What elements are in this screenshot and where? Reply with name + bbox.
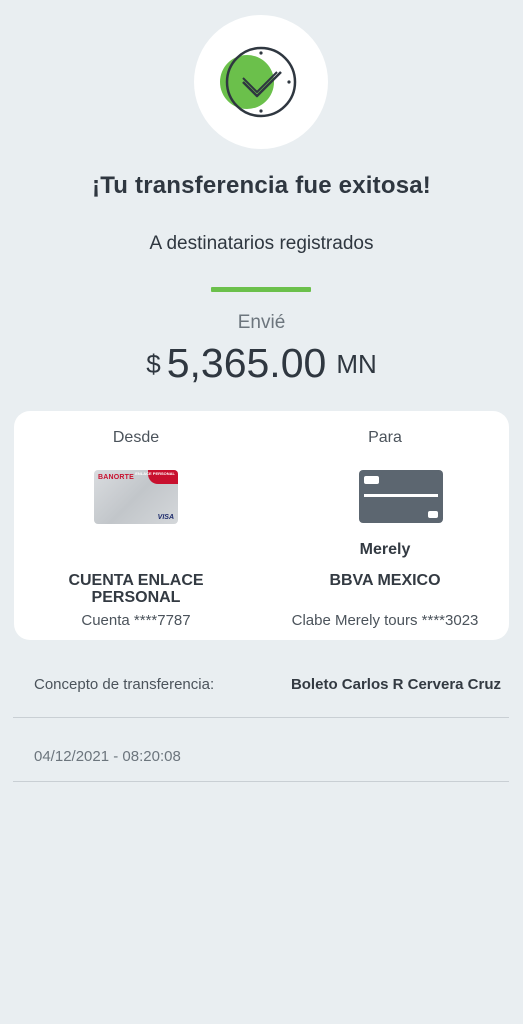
- destination-column: Para Merely BBVA MEXICO Clabe Merely tou…: [261, 411, 509, 640]
- success-badge: [194, 15, 328, 149]
- accent-divider: [211, 287, 311, 292]
- currency-symbol: $: [146, 349, 161, 379]
- amount-display: $5,365.00 MN: [0, 340, 523, 387]
- success-title: ¡Tu transferencia fue exitosa!: [92, 172, 431, 199]
- origin-account-number: Cuenta ****7787: [81, 612, 191, 629]
- card-brand-logo: BANORTE: [98, 474, 135, 481]
- concept-value: Boleto Carlos R Cervera Cruz: [290, 676, 501, 693]
- recipient-clabe: Clabe Merely tours ****3023: [291, 612, 479, 629]
- card-ribbon-text: ENLACE PERSONAL: [135, 471, 175, 476]
- currency-unit: MN: [336, 349, 377, 379]
- card-stripe: [364, 494, 438, 497]
- origin-column: Desde BANORTE ENLACE PERSONAL VISA CUENT…: [14, 411, 258, 640]
- sent-label: Envié: [237, 312, 286, 333]
- concept-row: Concepto de transferencia: Boleto Carlos…: [13, 664, 509, 718]
- amount-value: 5,365.00: [166, 340, 327, 386]
- origin-account-name: CUENTA ENLACE PERSONAL: [68, 572, 204, 606]
- transfer-type-subtitle: A destinatarios registrados: [149, 233, 374, 254]
- card-chip: [364, 476, 379, 484]
- card-corner-mark: [428, 511, 438, 518]
- destination-header: Para: [368, 429, 402, 446]
- card-network-logo: VISA: [157, 514, 174, 521]
- datetime-row: 04/12/2021 - 08:20:08: [13, 718, 509, 782]
- recipient-name: Merely: [359, 541, 411, 558]
- concept-label: Concepto de transferencia:: [34, 676, 215, 693]
- origin-header: Desde: [112, 429, 160, 446]
- transfer-summary-card: Desde BANORTE ENLACE PERSONAL VISA CUENT…: [14, 411, 509, 640]
- origin-bank-card-image: BANORTE ENLACE PERSONAL VISA: [94, 470, 178, 524]
- success-check-icon: [220, 46, 297, 118]
- generic-card-icon: [359, 470, 443, 523]
- transfer-datetime: 04/12/2021 - 08:20:08: [34, 748, 181, 765]
- recipient-bank-name: BBVA MEXICO: [329, 572, 441, 589]
